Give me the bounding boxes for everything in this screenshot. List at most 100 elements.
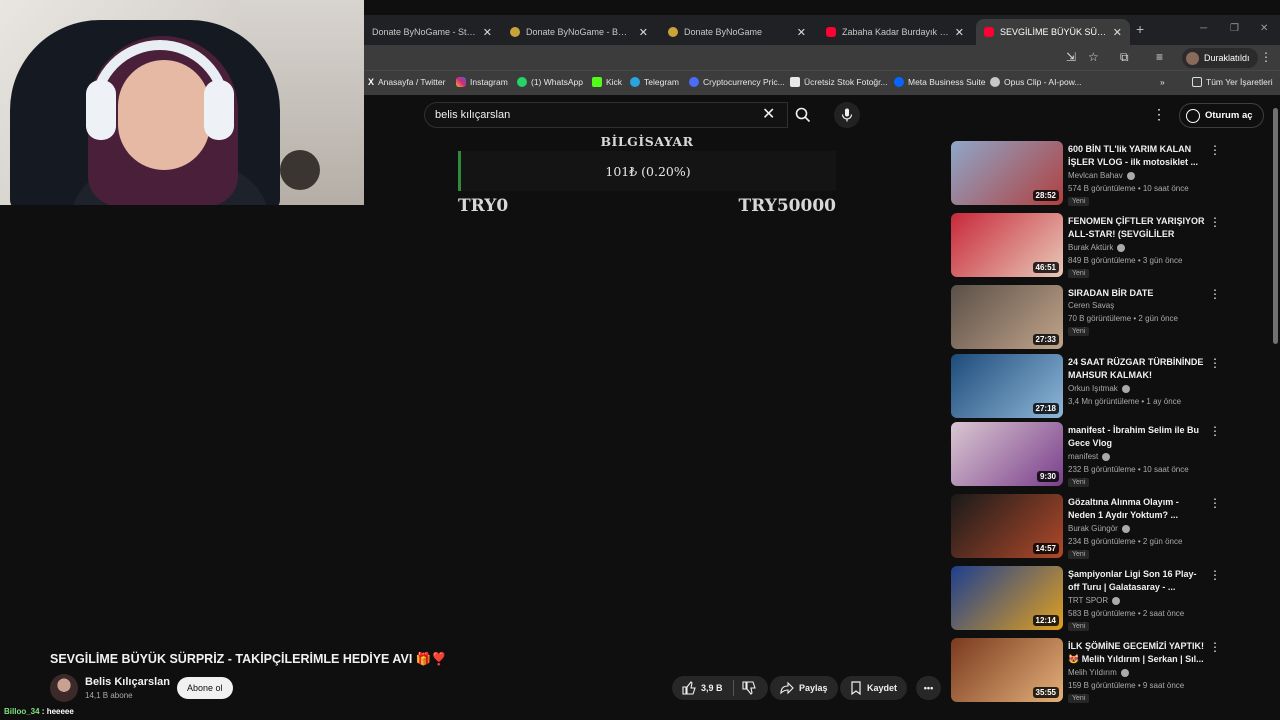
bookmark-telegram[interactable]: Telegram	[630, 77, 679, 87]
dislike-button[interactable]	[734, 681, 761, 695]
page-scrollbar[interactable]	[1271, 96, 1280, 710]
more-vertical-icon[interactable]: ⋮	[1209, 287, 1221, 301]
recommendation-channel[interactable]: Burak Güngör	[1068, 524, 1130, 533]
video-thumbnail[interactable]: 27:33	[951, 285, 1063, 349]
video-thumbnail[interactable]: 28:52	[951, 141, 1063, 205]
bookmark-crypto[interactable]: Cryptocurrency Pric...	[689, 77, 785, 87]
minimize-icon[interactable]: ─	[1200, 23, 1207, 34]
close-icon[interactable]: ✕	[1113, 26, 1122, 39]
star-icon[interactable]: ☆	[1088, 50, 1099, 64]
new-badge: Yeni	[1068, 550, 1090, 559]
recommendation-item[interactable]: 9:30 manifest - İbrahim Selim ile Bu Gece…	[951, 422, 1221, 487]
profile-button[interactable]: Duraklatıldı	[1182, 48, 1258, 68]
close-icon[interactable]: ✕	[639, 26, 648, 39]
recommendation-item[interactable]: 28:52 600 BİN TL'lik YARIM KALAN İŞLER VL…	[951, 141, 1221, 206]
tab-donate-1[interactable]: Donate ByNoGame - Streamer ✕	[364, 19, 500, 45]
tab-youtube-1[interactable]: Zabaha Kadar Burdayık Bugün ✕	[818, 19, 972, 45]
more-vertical-icon[interactable]: ⋮	[1209, 640, 1221, 654]
save-button[interactable]: Kaydet	[840, 676, 908, 700]
voice-search-button[interactable]	[834, 102, 860, 128]
window-close-icon[interactable]: ✕	[1260, 23, 1268, 34]
chat-username: Billoo_34	[4, 707, 40, 716]
scrollbar-thumb[interactable]	[1273, 108, 1278, 344]
bookmark-kick[interactable]: Kick	[592, 77, 622, 87]
recommendation-title[interactable]: SIRADAN BİR DATE	[1068, 287, 1206, 300]
bookmark-label: Meta Business Suite	[908, 77, 986, 87]
recommendation-title[interactable]: 600 BİN TL'lik YARIM KALAN İŞLER VLOG - …	[1068, 143, 1206, 168]
recommendation-title[interactable]: İLK ŞÖMİNE GECEMİZİ YAPTIK! 😻 Melih Yıld…	[1068, 640, 1206, 665]
maximize-icon[interactable]: ❐	[1230, 23, 1239, 34]
recommendation-title[interactable]: 24 SAAT RÜZGAR TÜRBİNİNDE MAHSUR KALMAK!	[1068, 356, 1206, 381]
recommendation-channel[interactable]: Burak Aktürk	[1068, 243, 1126, 252]
recommendation-title[interactable]: Gözaltına Alınma Olayım - Neden 1 Aydır …	[1068, 496, 1206, 521]
recommendation-channel[interactable]: Mevlcan Bahav	[1068, 171, 1135, 180]
more-actions-button[interactable]: •••	[916, 676, 941, 700]
tab-donate-2[interactable]: Donate ByNoGame - BNG Streamer ✕	[502, 19, 656, 45]
more-vertical-icon[interactable]: ⋮	[1209, 568, 1221, 582]
new-badge: Yeni	[1068, 327, 1090, 336]
install-icon[interactable]: ⇲	[1066, 50, 1076, 64]
more-vertical-icon[interactable]: ⋮	[1209, 356, 1221, 370]
extensions-icon[interactable]: ⧉	[1120, 50, 1129, 65]
webcam-object	[280, 150, 320, 190]
like-button[interactable]: 3,9 B	[682, 680, 734, 696]
video-thumbnail[interactable]: 14:57	[951, 494, 1063, 558]
recommendation-item[interactable]: 12:14 Şampiyonlar Ligi Son 16 Play-off Tu…	[951, 566, 1221, 631]
recommendation-title[interactable]: FENOMEN ÇİFTLER YARIŞIYOR ALL-STAR! (SEV…	[1068, 215, 1206, 240]
share-label: Paylaş	[799, 683, 828, 693]
all-bookmarks[interactable]: Tüm Yer İşaretleri	[1192, 77, 1273, 87]
channel-avatar[interactable]	[50, 674, 78, 702]
video-thumbnail[interactable]: 9:30	[951, 422, 1063, 486]
recommendation-title[interactable]: manifest - İbrahim Selim ile Bu Gece Vlo…	[1068, 424, 1206, 449]
recommendation-item[interactable]: 27:33 SIRADAN BİR DATE Ceren Savaş 70 B gör…	[951, 285, 1221, 349]
more-vertical-icon[interactable]: ⋮	[1209, 496, 1221, 510]
bookmark-meta[interactable]: Meta Business Suite	[894, 77, 985, 87]
video-thumbnail[interactable]: 46:51	[951, 213, 1063, 277]
recommendation-title[interactable]: Şampiyonlar Ligi Son 16 Play-off Turu | …	[1068, 568, 1206, 593]
close-icon[interactable]: ✕	[797, 26, 806, 39]
new-tab-plus-icon[interactable]: +	[1136, 21, 1144, 37]
meta-icon	[894, 77, 904, 87]
tab-donate-3[interactable]: Donate ByNoGame ✕	[660, 19, 814, 45]
settings-kebab-icon[interactable]: ⋮	[1152, 106, 1166, 123]
tab-youtube-active[interactable]: SEVGİLİME BÜYÜK SÜRPRİZ - TAKİPÇİLERİMLE…	[976, 19, 1130, 45]
channel-name[interactable]: Belis Kılıçarslan	[85, 676, 170, 688]
video-thumbnail[interactable]: 27:18	[951, 354, 1063, 418]
recommendation-channel[interactable]: TRT SPOR	[1068, 596, 1121, 605]
search-button[interactable]	[786, 102, 820, 128]
clear-search-icon[interactable]: ✕	[762, 104, 775, 124]
recommendation-channel[interactable]: Melih Yıldırım	[1068, 668, 1129, 677]
bookmark-instagram[interactable]: Instagram	[456, 77, 508, 87]
bookmarks-overflow-icon[interactable]: »	[1160, 77, 1165, 87]
bookmark-whatsapp[interactable]: (1) WhatsApp	[517, 77, 583, 87]
recommendation-channel[interactable]: manifest	[1068, 452, 1111, 461]
bookmark-icon	[851, 681, 861, 695]
recommendation-item[interactable]: 27:18 24 SAAT RÜZGAR TÜRBİNİNDE MAHSUR KA…	[951, 354, 1221, 418]
bookmark-stock-photos[interactable]: Ücretsiz Stok Fotoğr...	[790, 77, 888, 87]
search-input[interactable]: belis kılıçarslan	[424, 102, 788, 128]
more-vertical-icon[interactable]: ⋮	[1209, 143, 1221, 157]
telegram-icon	[630, 77, 640, 87]
browser-toolbar: ⇲ ☆ ⧉ ≡ Duraklatıldı ⋮	[364, 45, 1280, 70]
signin-button[interactable]: Oturum aç	[1179, 103, 1264, 128]
subscribe-button[interactable]: Abone ol	[177, 677, 233, 699]
more-vertical-icon[interactable]: ⋮	[1209, 424, 1221, 438]
bookmark-twitter[interactable]: X Anasayfa / Twitter	[368, 77, 445, 87]
recommendation-item[interactable]: 35:55 İLK ŞÖMİNE GECEMİZİ YAPTIK! 😻 Melih…	[951, 638, 1221, 703]
close-icon[interactable]: ✕	[955, 26, 964, 39]
headset-earcup-left	[86, 80, 116, 140]
recommendation-item[interactable]: 46:51 FENOMEN ÇİFTLER YARIŞIYOR ALL-STAR!…	[951, 213, 1221, 278]
media-icon[interactable]: ≡	[1156, 50, 1163, 64]
close-icon[interactable]: ✕	[483, 26, 492, 39]
video-duration: 27:18	[1032, 403, 1059, 414]
recommendation-channel[interactable]: Ceren Savaş	[1068, 301, 1114, 310]
signin-label: Oturum aç	[1205, 110, 1253, 121]
menu-kebab-icon[interactable]: ⋮	[1260, 50, 1272, 64]
recommendation-channel[interactable]: Orkun Işıtmak	[1068, 384, 1130, 393]
share-button[interactable]: Paylaş	[770, 676, 838, 700]
more-vertical-icon[interactable]: ⋮	[1209, 215, 1221, 229]
video-thumbnail[interactable]: 35:55	[951, 638, 1063, 702]
recommendation-item[interactable]: 14:57 Gözaltına Alınma Olayım - Neden 1 A…	[951, 494, 1221, 559]
video-thumbnail[interactable]: 12:14	[951, 566, 1063, 630]
bookmark-opus[interactable]: Opus Clip - AI-pow...	[990, 77, 1081, 87]
